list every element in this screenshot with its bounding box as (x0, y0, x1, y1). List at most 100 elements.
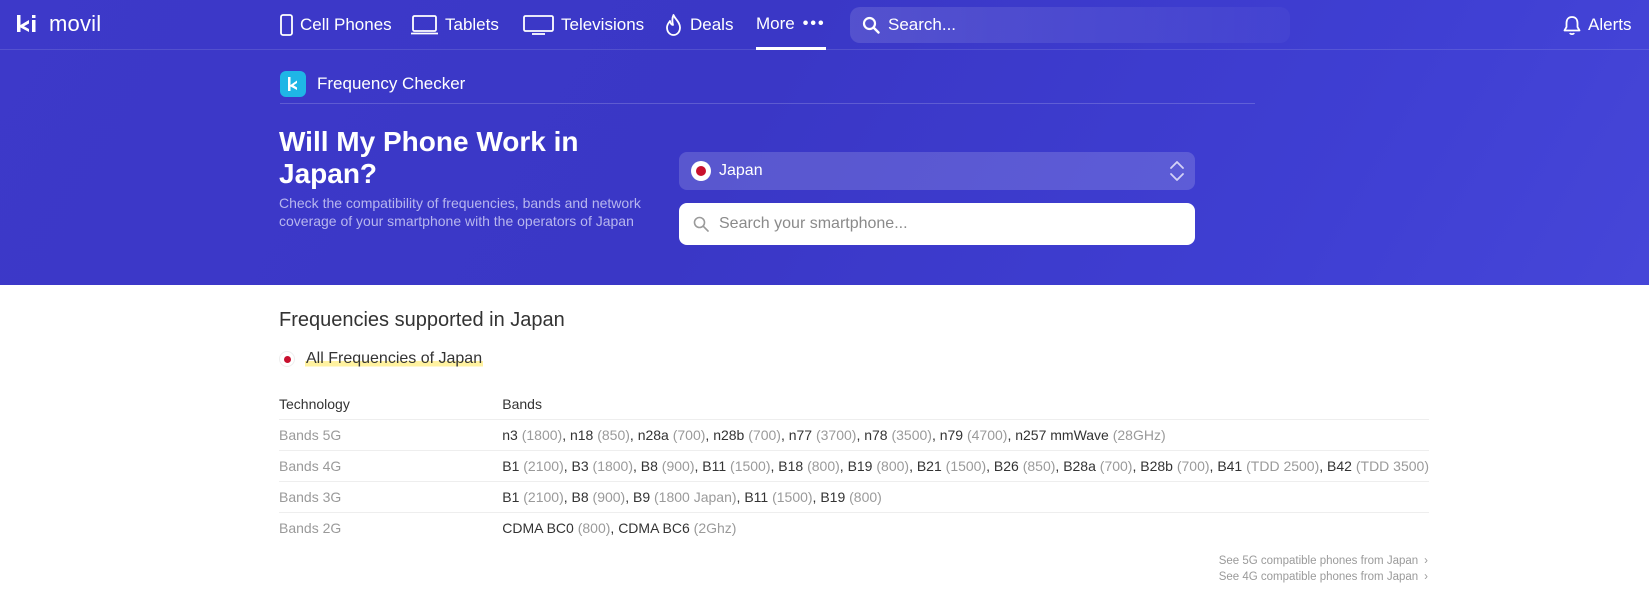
alerts-button[interactable]: Alerts (1562, 0, 1631, 50)
technology-cell: Bands 3G (279, 480, 503, 512)
band-frequency: (TDD 2500) (1246, 457, 1320, 474)
nav-televisions[interactable]: Televisions (523, 0, 644, 50)
tablet-icon (411, 15, 438, 35)
band-name: B19 (820, 488, 846, 505)
band-name: B19 (847, 457, 873, 474)
band-name: B8 (571, 488, 589, 505)
chevron-right-icon: › (1424, 555, 1428, 567)
band-name: B9 (633, 488, 651, 505)
band-name: n77 (788, 426, 813, 443)
country-select-value: Japan (719, 162, 763, 179)
column-header-technology: Technology (279, 395, 350, 412)
band-name: B28b (1140, 457, 1173, 474)
band-frequency: (800) (577, 519, 611, 536)
band-frequency: (800) (849, 488, 882, 505)
smartphone-search[interactable] (679, 203, 1195, 245)
chevron-right-icon: › (1424, 571, 1428, 583)
alerts-label: Alerts (1588, 15, 1632, 34)
technology-cell: Bands 5G (279, 418, 503, 450)
japan-flag-icon (691, 161, 711, 181)
band-frequency: (850) (1022, 457, 1056, 474)
band-frequency: (700) (1099, 457, 1133, 474)
band-name: B18 (778, 457, 804, 474)
nav-deals[interactable]: Deals (664, 0, 733, 50)
search-icon (693, 216, 709, 232)
band-frequency: (2100) (523, 457, 564, 474)
band-frequency: (800) (807, 457, 840, 474)
see-5g-phones-link[interactable]: See 5G compatible phones from Japan › (1130, 553, 1428, 569)
band-frequency: (800) (876, 457, 910, 474)
top-nav-bar: movil Cell Phones Tablets Televisions De… (0, 0, 1649, 50)
band-name: B11 (744, 488, 769, 505)
see-5g-phones-label: See 5G compatible phones from Japan (1218, 555, 1419, 567)
band-name: B3 (571, 457, 589, 474)
section-header: Frequency Checker (280, 70, 1255, 104)
smartphone-search-input[interactable] (719, 215, 1179, 233)
bands-cell: B1 (2100), B3 (1800), B8 (900), B11 (150… (502, 449, 1429, 481)
site-search[interactable] (850, 7, 1290, 43)
band-name: n18 (569, 426, 594, 443)
table-row: Bands 2G CDMA BC0 (800), CDMA BC6 (2Ghz) (279, 511, 1429, 543)
bands-cell: n3 (1800), n18 (850), n28a (700), n28b (… (502, 418, 1429, 450)
nav-more-label: More (756, 13, 795, 33)
band-name: CDMA BC0 (502, 519, 574, 536)
hero-banner: movil Cell Phones Tablets Televisions De… (0, 0, 1649, 285)
frequencies-table: Technology Bands Bands 5G n3 (1800), n18 … (279, 389, 1429, 543)
site-search-input[interactable] (888, 15, 1268, 35)
page-description: Check the compatibility of frequencies, … (279, 195, 641, 229)
nav-deals-label: Deals (690, 15, 734, 34)
band-name: B21 (916, 457, 942, 474)
all-frequencies-link[interactable]: All Frequencies of Japan (305, 350, 484, 368)
nav-more[interactable]: More ••• (756, 0, 826, 50)
technology-cell: Bands 4G (279, 449, 503, 481)
band-frequency: (1800) (592, 457, 633, 474)
band-name: CDMA BC6 (618, 519, 690, 536)
tv-icon (523, 15, 554, 35)
see-4g-phones-label: See 4G compatible phones from Japan (1218, 571, 1419, 583)
band-frequency: (3500) (891, 426, 932, 443)
japan-flag-icon (279, 351, 295, 367)
phone-icon (280, 14, 293, 36)
band-name: B42 (1327, 457, 1352, 474)
band-frequency: (1800) (521, 426, 563, 443)
nav-cell-phones[interactable]: Cell Phones (280, 0, 392, 50)
logo-text: movil (49, 11, 102, 36)
nav-tablets[interactable]: Tablets (411, 0, 499, 50)
nav-tablets-label: Tablets (445, 15, 499, 34)
all-frequencies-row: All Frequencies of Japan (279, 350, 484, 368)
bands-cell: B1 (2100), B8 (900), B9 (1800 Japan), B1… (502, 480, 1429, 512)
table-row: Bands 3G B1 (2100), B8 (900), B9 (1800 Ja… (279, 480, 1429, 512)
band-frequency: (2Ghz) (693, 519, 737, 536)
band-name: B11 (702, 457, 727, 474)
band-frequency: (900) (661, 457, 695, 474)
band-frequency: (900) (592, 488, 626, 505)
search-icon (862, 16, 880, 34)
frequencies-heading: Frequencies supported in Japan (279, 309, 565, 331)
table-header-row: Technology Bands (279, 389, 1429, 419)
country-select[interactable]: Japan (679, 152, 1195, 190)
band-name: B1 (502, 457, 520, 474)
kimovil-logo-icon (17, 15, 36, 32)
band-name: B28a (1063, 457, 1096, 474)
band-frequency: (1800 Japan) (654, 488, 737, 505)
chevron-updown-icon (1170, 161, 1184, 181)
frequencies-table-body: Bands 5G n3 (1800), n18 (850), n28a (700)… (279, 418, 1429, 543)
band-name: B8 (640, 457, 658, 474)
band-name: n28b (713, 426, 745, 443)
band-frequency: (TDD 3500) (1355, 457, 1429, 474)
band-name: n79 (939, 426, 964, 443)
band-frequency: (3700) (815, 426, 857, 443)
logo[interactable]: movil (16, 11, 101, 37)
band-frequency: (1500) (772, 488, 813, 505)
band-name: B26 (993, 457, 1019, 474)
see-4g-phones-link[interactable]: See 4G compatible phones from Japan › (1130, 569, 1428, 585)
bell-icon (1563, 15, 1581, 35)
band-name: n257 mmWave (1015, 426, 1109, 443)
compatible-phones-links: See 5G compatible phones from Japan › See… (1130, 553, 1428, 585)
band-name: n28a (637, 426, 669, 443)
bands-cell: CDMA BC0 (800), CDMA BC6 (2Ghz) (502, 511, 1429, 543)
flame-icon (666, 14, 681, 36)
band-name: B1 (502, 488, 520, 505)
nav-televisions-label: Televisions (561, 15, 645, 34)
table-row: Bands 4G B1 (2100), B3 (1800), B8 (900), … (279, 449, 1429, 481)
